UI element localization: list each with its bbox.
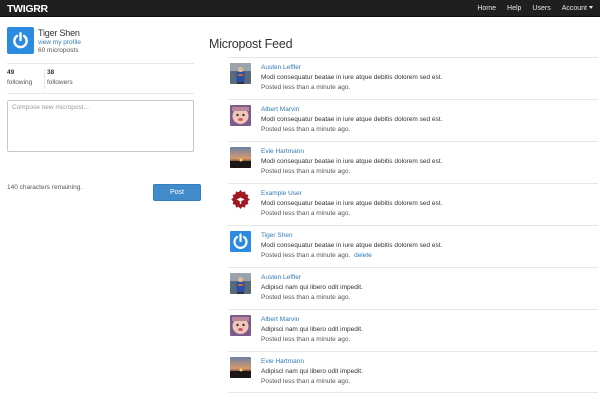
feed-item-timestamp: Posted less than a minute ago. — [261, 126, 350, 133]
feed-item-time: Posted less than a minute ago. — [261, 210, 351, 217]
view-profile-link[interactable]: view my profile — [38, 39, 81, 46]
feed-item: Tiger Shen Modi consequatur beatae in iur… — [228, 225, 598, 267]
feed-item-timestamp: Posted less than a minute ago. — [261, 84, 350, 91]
feed-item-time: Posted less than a minute ago. — [261, 378, 351, 385]
feed-item: Albert Marvin Adipisci nam qui libero odi… — [228, 309, 598, 351]
followers-stat[interactable]: 38 followers — [47, 69, 73, 86]
following-stat[interactable]: 49 following — [7, 69, 32, 86]
feed-item-author[interactable]: Evie Hartmann — [261, 358, 304, 365]
feed-item-author[interactable]: Example User — [261, 190, 302, 197]
feed-item-content: Modi consequatur beatae in iure atque de… — [261, 242, 443, 249]
feed-item: Evie Hartmann Modi consequatur beatae in … — [228, 141, 598, 183]
nav-users-link[interactable]: Users — [532, 5, 550, 12]
user-name: Tiger Shen — [38, 28, 80, 38]
nav-home-link[interactable]: Home — [477, 5, 496, 12]
feed-item: Evie Hartmann Adipisci nam qui libero odi… — [228, 351, 598, 393]
baby-avatar-icon[interactable] — [230, 105, 251, 126]
compose-micropost-input[interactable] — [7, 100, 194, 152]
feed-item-content: Adipisci nam qui libero odit impedit. — [261, 368, 363, 375]
feed-item-time: Posted less than a minute ago. — [261, 126, 351, 133]
followers-count: 38 — [47, 69, 55, 76]
stats-section: 49 following 38 followers — [7, 67, 194, 91]
feed-item-author[interactable]: Evie Hartmann — [261, 148, 304, 155]
characters-remaining: 140 characters remaining. — [7, 184, 83, 191]
feed-item-timestamp: Posted less than a minute ago. — [261, 294, 350, 301]
stats-divider — [44, 69, 45, 89]
post-button[interactable]: Post — [153, 184, 201, 201]
feed-item-timestamp: Posted less than a minute ago. delete — [261, 252, 372, 259]
sunset-avatar-icon[interactable] — [230, 357, 251, 378]
feed-item-content: Modi consequatur beatae in iure atque de… — [261, 200, 443, 207]
divider — [7, 63, 194, 64]
feed-item-time: Posted less than a minute ago. — [261, 336, 351, 343]
feed-item: Example User Modi consequatur beatae in i… — [228, 183, 598, 225]
nav-help-link[interactable]: Help — [507, 5, 521, 12]
feed-item-author[interactable]: Austen Leffler — [261, 274, 301, 281]
micropost-count: 60 microposts — [38, 47, 79, 54]
feed-item-timestamp: Posted less than a minute ago. — [261, 336, 350, 343]
austen-avatar-icon[interactable] — [230, 63, 251, 84]
feed-item-time: Posted less than a minute ago. — [261, 294, 351, 301]
nav-account-dropdown[interactable]: Account — [562, 5, 593, 12]
micropost-feed: Austen Leffler Modi consequatur beatae in… — [228, 57, 598, 393]
nav-links: Home Help Users Account — [477, 0, 593, 17]
following-label: following — [7, 79, 33, 86]
divider — [7, 93, 194, 94]
feed-item-content: Modi consequatur beatae in iure atque de… — [261, 116, 443, 123]
top-navbar: TWIGRR Home Help Users Account — [0, 0, 600, 17]
caret-down-icon — [589, 6, 593, 9]
sunset-avatar-icon[interactable] — [230, 147, 251, 168]
sidebar: Tiger Shen view my profile 60 microposts… — [7, 27, 201, 201]
feed-item: Austen Leffler Modi consequatur beatae in… — [228, 57, 598, 99]
feed-item: Austen Leffler Adipisci nam qui libero od… — [228, 267, 598, 309]
feed-item-content: Adipisci nam qui libero odit impedit. — [261, 284, 363, 291]
user-info: Tiger Shen view my profile 60 microposts — [7, 27, 194, 60]
followers-label: followers — [47, 79, 73, 86]
feed-item-timestamp: Posted less than a minute ago. — [261, 378, 350, 385]
baby-avatar-icon[interactable] — [230, 315, 251, 336]
feed-item-timestamp: Posted less than a minute ago. — [261, 168, 350, 175]
feed-item-content: Adipisci nam qui libero odit impedit. — [261, 326, 363, 333]
feed-item-time: Posted less than a minute ago. — [261, 84, 351, 91]
power-icon — [13, 32, 28, 49]
red-badge-avatar-icon[interactable] — [230, 189, 251, 210]
feed-item-content: Modi consequatur beatae in iure atque de… — [261, 74, 443, 81]
feed-item-author[interactable]: Albert Marvin — [261, 106, 299, 113]
feed-item-timestamp: Posted less than a minute ago. — [261, 210, 350, 217]
feed-item-author[interactable]: Tiger Shen — [261, 232, 293, 239]
austen-avatar-icon[interactable] — [230, 273, 251, 294]
feed-item-author[interactable]: Albert Marvin — [261, 316, 299, 323]
brand-logo[interactable]: TWIGRR — [7, 3, 48, 15]
following-count: 49 — [7, 69, 15, 76]
feed-item-time: Posted less than a minute ago. — [261, 252, 351, 259]
feed-item-author[interactable]: Austen Leffler — [261, 64, 301, 71]
delete-link[interactable]: delete — [354, 252, 372, 259]
feed-title: Micropost Feed — [209, 37, 293, 51]
power-avatar-icon[interactable] — [230, 231, 251, 252]
nav-account-label: Account — [561, 5, 587, 12]
feed-item-time: Posted less than a minute ago. — [261, 168, 351, 175]
feed-item: Albert Marvin Modi consequatur beatae in … — [228, 99, 598, 141]
feed-item-content: Modi consequatur beatae in iure atque de… — [261, 158, 443, 165]
user-avatar[interactable] — [7, 27, 34, 54]
